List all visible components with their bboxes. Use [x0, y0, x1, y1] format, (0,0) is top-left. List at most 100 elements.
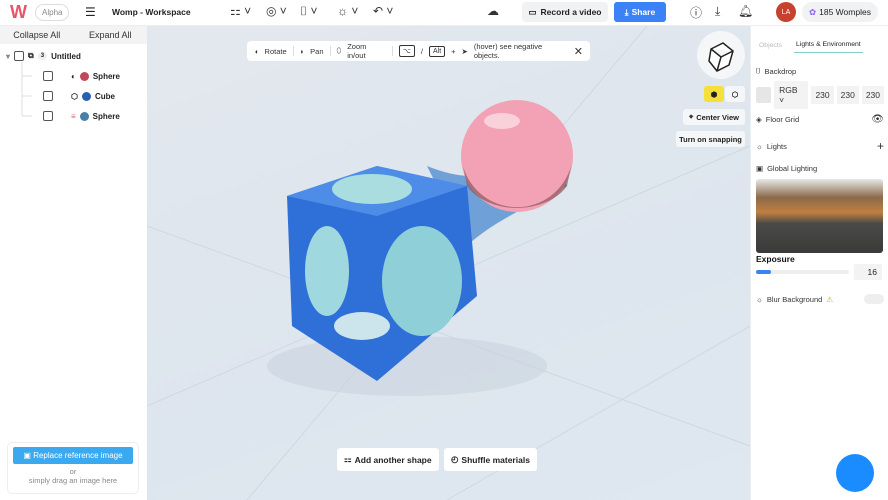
mouse-scroll-icon: ⬯: [336, 46, 342, 55]
material-swatch: [81, 91, 91, 101]
womp-logo[interactable]: W: [10, 3, 32, 21]
list-item[interactable]: ≡ Sphere: [43, 111, 120, 121]
exposure-value: 16: [867, 267, 877, 277]
center-view-label: Center View: [696, 112, 740, 122]
negative-shape-icon: ≡: [71, 111, 76, 121]
exposure-slider-fill: [756, 270, 771, 274]
green-input[interactable]: 230: [836, 86, 859, 104]
backdrop-color-row: RGB ˅ 230 230 230: [756, 81, 884, 109]
materials-menu-icon[interactable]: ◎ ˅: [266, 4, 287, 18]
slash: /: [420, 46, 423, 56]
properties-panel: Objects Lights & Environment ⌷ Backdrop R…: [750, 26, 888, 500]
exposure-input[interactable]: 16: [854, 264, 882, 280]
reference-image-dropzone[interactable]: ▣ Replace reference image or simply drag…: [7, 442, 139, 494]
cursor-icon: ➤: [461, 46, 468, 56]
sun-icon: ☼: [756, 294, 763, 304]
chat-support-button[interactable]: [836, 454, 874, 492]
blur-background-row: ☼ Blur Background ⚠: [756, 294, 884, 304]
share-label: Share: [631, 7, 656, 17]
expand-all-button[interactable]: Expand All: [74, 26, 148, 44]
info-icon[interactable]: ⓘ: [690, 4, 702, 21]
floor-grid-label: Floor Grid: [765, 115, 800, 124]
record-video-button[interactable]: ▭ Record a video: [522, 2, 608, 22]
add-light-icon[interactable]: +: [877, 139, 884, 153]
replace-reference-image-button[interactable]: ▣ Replace reference image: [13, 447, 133, 464]
item-name: Cube: [94, 91, 115, 101]
undo-menu-icon[interactable]: ↶ ˅: [373, 4, 393, 18]
color-mode-value: RGB: [779, 85, 798, 95]
eye-icon[interactable]: 👁︎: [871, 114, 884, 125]
backdrop-menu-icon[interactable]: ⌷ ˅: [300, 4, 318, 19]
group-checkbox[interactable]: [14, 51, 25, 61]
hamburger-menu-icon[interactable]: ☰: [85, 5, 96, 19]
download-icon[interactable]: ⤓: [715, 4, 720, 19]
item-checkbox[interactable]: [43, 71, 53, 81]
add-shape-button[interactable]: ⚏ Add another shape: [337, 448, 439, 471]
backdrop-icon: ⌷: [756, 66, 761, 75]
shapes-icon: ⚏: [344, 454, 352, 464]
solid-view-button[interactable]: ⬢: [704, 86, 724, 102]
workspace-title[interactable]: Womp - Workspace: [112, 7, 191, 17]
video-icon: ▭: [528, 6, 537, 17]
list-item[interactable]: ◐ Sphere: [43, 71, 120, 81]
tab-lights-environment[interactable]: Lights & Environment: [794, 37, 863, 53]
shuffle-label: Shuffle materials: [461, 454, 530, 465]
list-item[interactable]: ⬡ Cube: [43, 91, 115, 101]
negative-hint: (hover) see negative objects.: [473, 42, 543, 60]
womples-label: 185 Womples: [819, 7, 871, 17]
mouse-right-icon: ◗: [299, 46, 305, 56]
blue-input[interactable]: 230: [861, 86, 884, 104]
environment-map-thumbnail[interactable]: [756, 179, 883, 253]
notification-bell-icon[interactable]: 🔔︎: [738, 4, 753, 18]
center-view-button[interactable]: ⌖ Center View: [683, 109, 745, 125]
tree-group[interactable]: ▾ ⧉ 3 Untitled: [6, 51, 81, 61]
backdrop-label: Backdrop: [764, 66, 797, 76]
scene-tree-panel: Collapse All Expand All ▾ ⧉ 3 Untitled ◐…: [0, 26, 147, 500]
tab-objects[interactable]: Objects: [759, 42, 782, 49]
scene-render: [147, 26, 750, 500]
shapes-menu-icon[interactable]: ⚏ ˅: [230, 4, 251, 18]
exposure-label: Exposure: [756, 254, 795, 264]
item-checkbox[interactable]: [43, 111, 53, 121]
exposure-slider[interactable]: [756, 270, 849, 274]
color-mode-select[interactable]: RGB ˅: [774, 81, 809, 109]
image-icon: ▣: [23, 451, 34, 460]
view-cube-icon: [708, 42, 734, 72]
blur-label: Blur Background: [766, 294, 823, 304]
item-name: Sphere: [92, 111, 120, 121]
crosshair-icon: ⌖: [688, 112, 694, 121]
3d-viewport[interactable]: ◖ Rotate ◗ Pan ⬯ Zoom in/out ⌥ / Alt + ➤ (hover…: [147, 26, 750, 500]
color-swatch[interactable]: [756, 87, 772, 103]
image-icon: ▣: [756, 164, 764, 173]
material-swatch: [79, 111, 89, 121]
wireframe-view-button[interactable]: ⬡: [725, 86, 745, 102]
womples-balance[interactable]: ✿ 185 Womples: [802, 2, 878, 22]
snapping-button[interactable]: Turn on snapping: [676, 131, 745, 147]
sun-icon: ☼: [756, 141, 763, 151]
view-cube[interactable]: [697, 31, 745, 79]
shuffle-materials-button[interactable]: ◴ Shuffle materials: [444, 448, 537, 471]
add-shape-label: Add another shape: [354, 454, 432, 465]
share-button[interactable]: ⤓ Share: [614, 2, 666, 22]
floor-grid-row: ◈ Floor Grid 👁︎: [756, 114, 884, 125]
close-icon[interactable]: ✕: [574, 45, 583, 58]
item-checkbox[interactable]: [43, 91, 53, 101]
replace-label: Replace reference image: [33, 451, 123, 460]
global-lighting-row: ▣ Global Lighting: [756, 164, 884, 173]
tree-lines: [21, 62, 32, 117]
alpha-badge: Alpha: [35, 4, 70, 21]
drag-hint: simply drag an image here: [28, 476, 118, 485]
collapse-all-button[interactable]: Collapse All: [0, 26, 74, 44]
blur-toggle[interactable]: [864, 294, 884, 304]
option-key: ⌥: [398, 45, 415, 57]
womples-icon: ✿: [809, 6, 817, 17]
red-input[interactable]: 230: [811, 86, 834, 104]
controls-hint-bar: ◖ Rotate ◗ Pan ⬯ Zoom in/out ⌥ / Alt + ➤ (hover…: [247, 41, 590, 61]
avatar[interactable]: LA: [776, 2, 796, 22]
rotate-hint: Rotate: [264, 46, 287, 56]
item-name: Sphere: [92, 71, 120, 81]
caret-down-icon[interactable]: ▾: [6, 52, 10, 61]
lights-menu-icon[interactable]: ☼ ˅: [337, 4, 358, 18]
alt-key: Alt: [428, 45, 446, 57]
floor-grid-icon: ◈: [756, 115, 762, 124]
